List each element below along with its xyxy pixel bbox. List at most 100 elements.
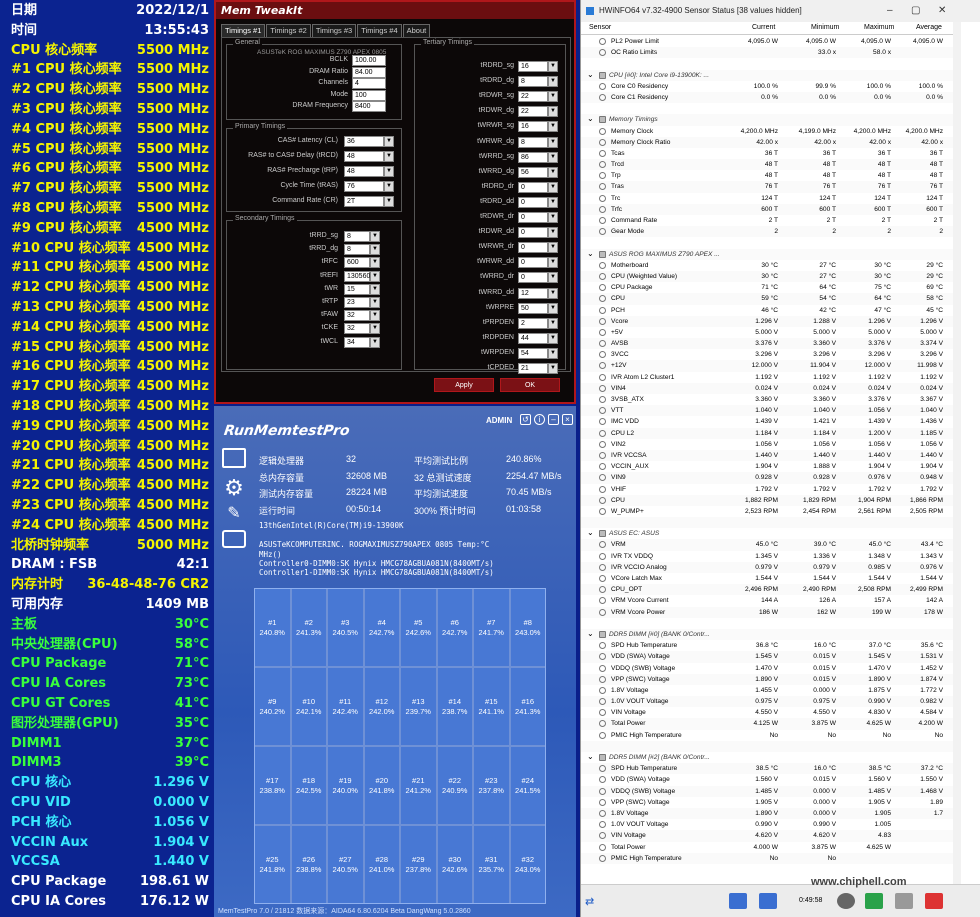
sensor-row[interactable]: IVR TX VDDQ 1.345 V 1.336 V 1.348 V 1.343 V <box>581 551 953 562</box>
tab-4[interactable]: Timings #4 <box>357 24 402 37</box>
close-icon[interactable]: × <box>562 414 573 425</box>
apply-button[interactable]: Apply <box>434 378 494 392</box>
sensor-row[interactable]: VIN4 0.024 V 0.024 V 0.024 V 0.024 V <box>581 382 953 394</box>
timing-value[interactable]: 2T <box>344 196 384 207</box>
timing-value[interactable]: 44 <box>518 332 548 344</box>
sensor-row[interactable]: CPU 1,882 RPM 1,829 RPM 1,904 RPM 1,866 RPM <box>581 494 953 506</box>
sensor-group[interactable]: ⌄ DDR5 DIMM [#2] (BANK 0/Contr... <box>581 752 953 763</box>
sensor-row[interactable]: Motherboard 30 °C 27 °C 30 °C 29 °C <box>581 260 953 271</box>
sensor-row[interactable]: VRM Vcore Current 144 A 126 A 157 A 142 A <box>581 595 953 606</box>
timing-value[interactable]: 4 <box>352 78 386 90</box>
sensor-row[interactable]: IVR Atom L2 Cluster1 1.192 V 1.192 V 1.192 … <box>581 372 953 383</box>
close-icon[interactable]: ✕ <box>938 0 946 22</box>
sensor-row[interactable]: VCore Latch Max 1.544 V 1.544 V 1.544 V 1.54… <box>581 573 953 584</box>
dropdown-arrow-icon[interactable]: ▼ <box>370 270 380 282</box>
sensor-row[interactable]: VDD (SWA) Voltage 1.545 V 0.015 V 1.545 V 1.… <box>581 651 953 663</box>
timing-value[interactable]: 48 <box>344 151 384 162</box>
dropdown-arrow-icon[interactable]: ▼ <box>548 287 558 299</box>
sensor-row[interactable]: Trcd 48 T 48 T 48 T 48 T <box>581 159 953 171</box>
sensor-row[interactable]: AVSB 3.376 V 3.360 V 3.376 V 3.374 V <box>581 338 953 350</box>
collapse-icon[interactable]: ⌄ <box>587 248 594 259</box>
dropdown-arrow-icon[interactable]: ▼ <box>548 347 558 359</box>
sensor-row[interactable]: CPU 59 °C 54 °C 64 °C 58 °C <box>581 293 953 305</box>
sensor-row[interactable]: CPU_OPT 2,496 RPM 2,490 RPM 2,508 RPM 2,499 … <box>581 584 953 596</box>
network-icon[interactable] <box>759 893 777 909</box>
timing-value[interactable]: 50 <box>518 302 548 314</box>
sensor-row[interactable]: +12V 12.000 V 11.904 V 12.000 V 11.998 V <box>581 360 953 372</box>
sensor-row[interactable]: Trc 124 T 124 T 124 T 124 T <box>581 193 953 204</box>
tab-5[interactable]: About <box>402 24 431 37</box>
sensor-group[interactable]: ⌄ Memory Timings <box>581 114 953 126</box>
dropdown-arrow-icon[interactable]: ▼ <box>548 227 558 239</box>
dropdown-arrow-icon[interactable]: ▼ <box>370 283 380 295</box>
sensor-row[interactable]: VCCIN_AUX 1.904 V 1.888 V 1.904 V 1.904 V <box>581 461 953 472</box>
column-header[interactable]: Sensor Current Minimum Maximum Average <box>581 22 953 35</box>
dropdown-arrow-icon[interactable]: ▼ <box>384 151 394 162</box>
sensor-row[interactable]: IVR VCCIO Analog 0.979 V 0.979 V 0.985 V 0.9… <box>581 561 953 573</box>
dropdown-arrow-icon[interactable]: ▼ <box>548 363 558 374</box>
sensor-row[interactable]: CPU (Weighted Value) 30 °C 27 °C 30 °C 29 °C <box>581 270 953 283</box>
timing-value[interactable]: 8400 <box>352 101 386 113</box>
sensor-group[interactable]: ⌄ CPU [#0]: Intel Core i9-13900K: ... <box>581 69 953 81</box>
monitor-icon[interactable] <box>222 448 246 468</box>
column-1[interactable]: Current <box>752 24 775 31</box>
tab-2[interactable]: Timings #2 <box>266 24 311 37</box>
sensor-row[interactable]: Total Power 4.000 W 3.875 W 4.625 W <box>581 842 953 853</box>
timing-value[interactable]: 0 <box>518 227 548 239</box>
sensor-row[interactable]: VRM 45.0 °C 39.0 °C 45.0 °C 43.4 °C <box>581 539 953 551</box>
sensor-row[interactable]: 3VSB_ATX 3.360 V 3.360 V 3.376 V 3.367 V <box>581 394 953 405</box>
timing-value[interactable]: 600 <box>344 257 370 269</box>
history-icon[interactable]: ↺ <box>520 414 531 425</box>
sensor-row[interactable]: VPP (SWC) Voltage 1.890 V 0.015 V 1.890 V 1.… <box>581 673 953 685</box>
timing-value[interactable]: 48 <box>344 166 384 177</box>
report-icon[interactable] <box>729 893 747 909</box>
timing-value[interactable]: 32 <box>344 323 370 335</box>
gear-icon[interactable]: ⚙ <box>222 476 246 500</box>
timing-value[interactable]: 0 <box>518 242 548 254</box>
dropdown-arrow-icon[interactable]: ▼ <box>548 317 558 329</box>
sensor-row[interactable]: Core C1 Residency 0.0 % 0.0 % 0.0 % 0.0 % <box>581 91 953 104</box>
sensor-row[interactable]: PMIC High Temperature No No <box>581 852 953 864</box>
dropdown-arrow-icon[interactable]: ▼ <box>548 106 558 118</box>
timing-value[interactable]: 100.00 <box>352 55 386 66</box>
sensor-row[interactable]: Total Power 4.125 W 3.875 W 4.625 W 4.200 W <box>581 718 953 730</box>
tab-1[interactable]: Timings #1 <box>221 24 266 37</box>
timing-value[interactable]: 8 <box>344 244 370 256</box>
dropdown-arrow-icon[interactable]: ▼ <box>548 76 558 88</box>
dropdown-arrow-icon[interactable]: ▼ <box>370 257 380 269</box>
timing-value[interactable]: 15 <box>344 283 370 295</box>
column-0[interactable]: Sensor <box>589 24 611 31</box>
timing-value[interactable]: 8 <box>344 231 370 242</box>
maximize-icon[interactable]: ▢ <box>911 0 920 22</box>
timing-value[interactable]: 16 <box>518 61 548 72</box>
timing-value[interactable]: 76 <box>344 181 384 192</box>
camera-icon[interactable] <box>222 530 246 548</box>
dropdown-arrow-icon[interactable]: ▼ <box>548 166 558 178</box>
dropdown-arrow-icon[interactable]: ▼ <box>384 136 394 147</box>
ok-button[interactable]: OK <box>500 378 560 392</box>
sensor-group[interactable]: ⌄ DDR5 DIMM [#0] (BANK 0/Contr... <box>581 628 953 641</box>
timing-value[interactable]: 22 <box>518 91 548 103</box>
dropdown-arrow-icon[interactable]: ▼ <box>548 212 558 223</box>
sensor-row[interactable]: Gear Mode 2 2 2 2 <box>581 226 953 238</box>
timing-value[interactable]: 86 <box>518 151 548 163</box>
minimize-icon[interactable]: – <box>887 0 893 22</box>
sensor-row[interactable]: PL2 Power Limit 4,095.0 W 4,095.0 W 4,095.0… <box>581 36 953 47</box>
sensor-row[interactable]: OC Ratio Limits 33.0 x 58.0 x <box>581 47 953 59</box>
dropdown-arrow-icon[interactable]: ▼ <box>548 136 558 148</box>
sensor-row[interactable]: PMIC High Temperature No No No No <box>581 730 953 741</box>
minimize-icon[interactable]: – <box>548 414 559 425</box>
dropdown-arrow-icon[interactable]: ▼ <box>548 181 558 193</box>
timing-value[interactable]: 12 <box>518 287 548 299</box>
reset-icon[interactable] <box>895 893 913 909</box>
timing-value[interactable]: 54 <box>518 347 548 359</box>
timing-value[interactable]: 2 <box>518 317 548 329</box>
dropdown-arrow-icon[interactable]: ▼ <box>370 323 380 335</box>
timing-value[interactable]: 100 <box>352 89 386 101</box>
dropdown-arrow-icon[interactable]: ▼ <box>548 302 558 314</box>
dropdown-arrow-icon[interactable]: ▼ <box>370 297 380 308</box>
sensor-row[interactable]: VIN2 1.056 V 1.056 V 1.056 V 1.056 V <box>581 439 953 450</box>
sensor-row[interactable]: CPU Package 71 °C 64 °C 75 °C 69 °C <box>581 282 953 293</box>
timing-value[interactable]: 0 <box>518 181 548 193</box>
dropdown-arrow-icon[interactable]: ▼ <box>384 181 394 192</box>
